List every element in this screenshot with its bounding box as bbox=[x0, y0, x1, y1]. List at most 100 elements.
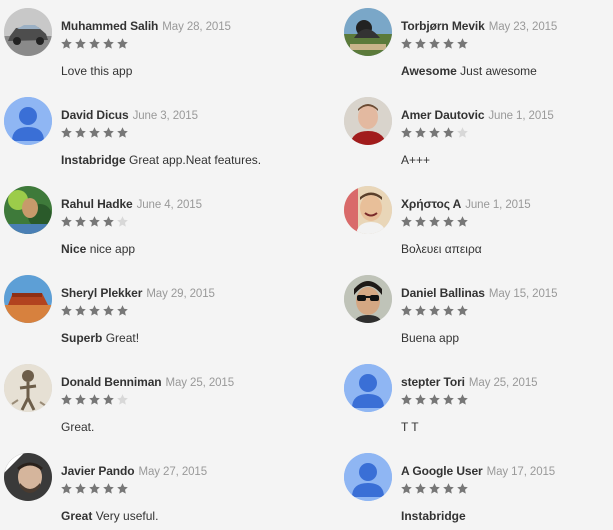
avatar[interactable] bbox=[344, 97, 392, 145]
star-rating bbox=[61, 394, 128, 406]
default-person-icon bbox=[4, 97, 52, 145]
review-card: Donald Benniman May 25, 2015 Great. bbox=[2, 363, 282, 434]
star-filled-icon bbox=[457, 394, 468, 405]
star-filled-icon bbox=[443, 38, 454, 49]
star-filled-icon bbox=[415, 305, 426, 316]
author-name[interactable]: Sheryl Plekker bbox=[61, 286, 142, 300]
avatar[interactable] bbox=[4, 186, 52, 234]
star-filled-icon bbox=[401, 483, 412, 494]
star-rating bbox=[401, 483, 468, 495]
review-title: Instabridge bbox=[401, 509, 466, 523]
car-photo-icon bbox=[4, 8, 52, 56]
star-empty-icon bbox=[457, 127, 468, 138]
review-card: Sheryl Plekker May 29, 2015 Superb Great! bbox=[2, 274, 282, 345]
review-date: May 15, 2015 bbox=[488, 288, 558, 300]
star-filled-icon bbox=[75, 216, 86, 227]
review-author: stepter Tori May 25, 2015 bbox=[401, 375, 538, 389]
avatar[interactable] bbox=[344, 453, 392, 501]
avatar[interactable] bbox=[344, 8, 392, 56]
review-date: May 29, 2015 bbox=[146, 288, 215, 300]
nature-photo-icon bbox=[4, 186, 52, 234]
review-text: A+++ bbox=[401, 153, 430, 167]
review-date: May 25, 2015 bbox=[165, 377, 235, 389]
review-text: Love this app bbox=[61, 64, 132, 78]
avatar[interactable] bbox=[4, 364, 52, 412]
review-date: June 4, 2015 bbox=[136, 199, 202, 211]
star-filled-icon bbox=[429, 127, 440, 138]
review-body: Great. bbox=[61, 420, 95, 434]
star-filled-icon bbox=[457, 483, 468, 494]
star-filled-icon bbox=[429, 216, 440, 227]
landscape-photo-icon bbox=[344, 8, 392, 56]
avatar[interactable] bbox=[344, 364, 392, 412]
author-name[interactable]: Rahul Hadke bbox=[61, 197, 133, 211]
star-filled-icon bbox=[443, 483, 454, 494]
avatar[interactable] bbox=[4, 275, 52, 323]
star-filled-icon bbox=[401, 305, 412, 316]
star-filled-icon bbox=[443, 305, 454, 316]
review-body: Βολευει απειρα bbox=[401, 242, 482, 256]
author-name[interactable]: stepter Tori bbox=[401, 375, 465, 389]
author-name[interactable]: A Google User bbox=[401, 464, 483, 478]
avatar[interactable] bbox=[344, 275, 392, 323]
star-filled-icon bbox=[89, 127, 100, 138]
star-filled-icon bbox=[61, 394, 72, 405]
star-filled-icon bbox=[443, 216, 454, 227]
star-filled-icon bbox=[415, 394, 426, 405]
review-author: Χρήστος Α June 1, 2015 bbox=[401, 197, 531, 211]
author-name[interactable]: Amer Dautovic bbox=[401, 108, 485, 122]
avatar[interactable] bbox=[4, 453, 52, 501]
portrait-photo-icon bbox=[344, 97, 392, 145]
review-body: Very useful. bbox=[95, 509, 159, 523]
review-author: Amer Dautovic June 1, 2015 bbox=[401, 108, 554, 122]
star-filled-icon bbox=[75, 483, 86, 494]
review-card: Muhammed Salih May 28, 2015 Love this app bbox=[2, 7, 282, 78]
star-filled-icon bbox=[117, 305, 128, 316]
author-name[interactable]: David Dicus bbox=[61, 108, 129, 122]
star-filled-icon bbox=[415, 483, 426, 494]
star-filled-icon bbox=[61, 127, 72, 138]
star-empty-icon bbox=[117, 216, 128, 227]
star-filled-icon bbox=[429, 483, 440, 494]
review-card: A Google User May 17, 2015 Instabridge bbox=[342, 452, 613, 523]
author-name[interactable]: Daniel Ballinas bbox=[401, 286, 485, 300]
desert-photo-icon bbox=[4, 275, 52, 323]
review-text: Great. bbox=[61, 420, 94, 434]
review-date: May 17, 2015 bbox=[486, 466, 556, 478]
star-filled-icon bbox=[103, 394, 114, 405]
star-rating bbox=[401, 127, 468, 139]
avatar[interactable] bbox=[4, 8, 52, 56]
star-filled-icon bbox=[117, 38, 128, 49]
review-date: June 3, 2015 bbox=[132, 110, 198, 122]
author-name[interactable]: Χρήστος Α bbox=[401, 197, 461, 211]
review-title: Instabridge bbox=[61, 153, 126, 167]
review-body: nice app bbox=[89, 242, 136, 256]
star-filled-icon bbox=[415, 38, 426, 49]
avatar[interactable] bbox=[4, 97, 52, 145]
review-date: June 1, 2015 bbox=[465, 199, 531, 211]
star-rating bbox=[401, 216, 468, 228]
review-date: May 23, 2015 bbox=[488, 21, 558, 33]
author-name[interactable]: Donald Benniman bbox=[61, 375, 162, 389]
review-card: Javier Pando May 27, 2015 Great Very usef… bbox=[2, 452, 282, 523]
star-filled-icon bbox=[429, 394, 440, 405]
review-date: June 1, 2015 bbox=[488, 110, 554, 122]
review-card: Χρήστος Α June 1, 2015 Βολευει απειρα bbox=[342, 185, 613, 256]
star-filled-icon bbox=[415, 216, 426, 227]
review-author: Javier Pando May 27, 2015 bbox=[61, 464, 207, 478]
author-name[interactable]: Muhammed Salih bbox=[61, 19, 158, 33]
star-filled-icon bbox=[89, 216, 100, 227]
review-text: Great Very useful. bbox=[61, 509, 158, 523]
star-filled-icon bbox=[103, 483, 114, 494]
star-filled-icon bbox=[457, 305, 468, 316]
star-filled-icon bbox=[443, 394, 454, 405]
star-rating bbox=[61, 38, 128, 50]
avatar[interactable] bbox=[344, 186, 392, 234]
star-filled-icon bbox=[61, 216, 72, 227]
review-card: Amer Dautovic June 1, 2015 A+++ bbox=[342, 96, 613, 167]
star-filled-icon bbox=[89, 483, 100, 494]
author-name[interactable]: Javier Pando bbox=[61, 464, 135, 478]
author-name[interactable]: Torbjørn Mevik bbox=[401, 19, 485, 33]
star-filled-icon bbox=[401, 127, 412, 138]
review-card: Daniel Ballinas May 15, 2015 Buena app bbox=[342, 274, 613, 345]
